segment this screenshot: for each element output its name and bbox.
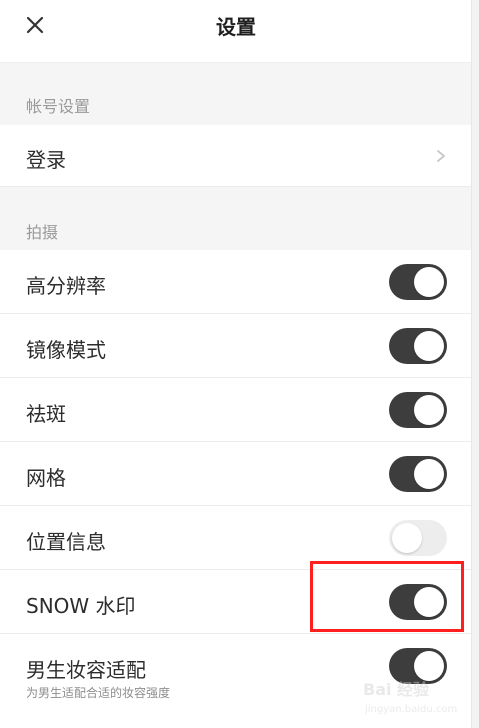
toggle-grid[interactable] [389, 456, 447, 492]
page-title: 设置 [216, 15, 256, 39]
toggle-knob [414, 267, 444, 297]
setting-row-male-makeup: 男生妆容适配 [0, 634, 472, 728]
toggle-mirror-mode[interactable] [389, 328, 447, 364]
setting-row-high-resolution: 高分辨率 [0, 250, 472, 314]
toggle-knob [414, 459, 444, 489]
toggle-knob [414, 587, 444, 617]
toggle-male-makeup[interactable] [389, 648, 447, 684]
settings-header: 设置 [0, 0, 472, 63]
setting-label-freckle-removal: 祛斑 [26, 402, 66, 426]
setting-subtitle-male-makeup: 为男生适配合适的妆容强度 [26, 686, 171, 700]
setting-label-mirror-mode: 镜像模式 [26, 338, 106, 362]
toggle-knob [392, 523, 422, 553]
toggle-knob [414, 331, 444, 361]
setting-row-location: 位置信息 [0, 506, 472, 570]
settings-page: 设置 帐号设置 登录 拍摄 高分辨率 镜像模式 祛斑 网格 位置信息 SNOW … [0, 0, 472, 728]
setting-row-grid: 网格 [0, 442, 472, 506]
toggle-high-resolution[interactable] [389, 264, 447, 300]
setting-label-snow-watermark: SNOW 水印 [26, 594, 136, 618]
section-shooting-label: 拍摄 [26, 223, 59, 242]
setting-row-freckle-removal: 祛斑 [0, 378, 472, 442]
toggle-snow-watermark[interactable] [389, 584, 447, 620]
toggle-location[interactable] [389, 520, 447, 556]
setting-label-high-resolution: 高分辨率 [26, 274, 106, 298]
setting-label-location: 位置信息 [26, 530, 106, 554]
toggle-freckle-removal[interactable] [389, 392, 447, 428]
login-label: 登录 [26, 148, 66, 172]
right-edge-strip [471, 0, 479, 728]
section-account-label: 帐号设置 [26, 97, 91, 116]
chevron-right-icon [437, 150, 445, 162]
setting-label-grid: 网格 [26, 466, 66, 490]
toggle-knob [414, 651, 444, 681]
login-row[interactable]: 登录 [0, 125, 472, 187]
setting-row-snow-watermark: SNOW 水印 [0, 570, 472, 634]
setting-row-mirror-mode: 镜像模式 [0, 314, 472, 378]
toggle-knob [414, 395, 444, 425]
setting-label-male-makeup: 男生妆容适配 [26, 658, 146, 682]
